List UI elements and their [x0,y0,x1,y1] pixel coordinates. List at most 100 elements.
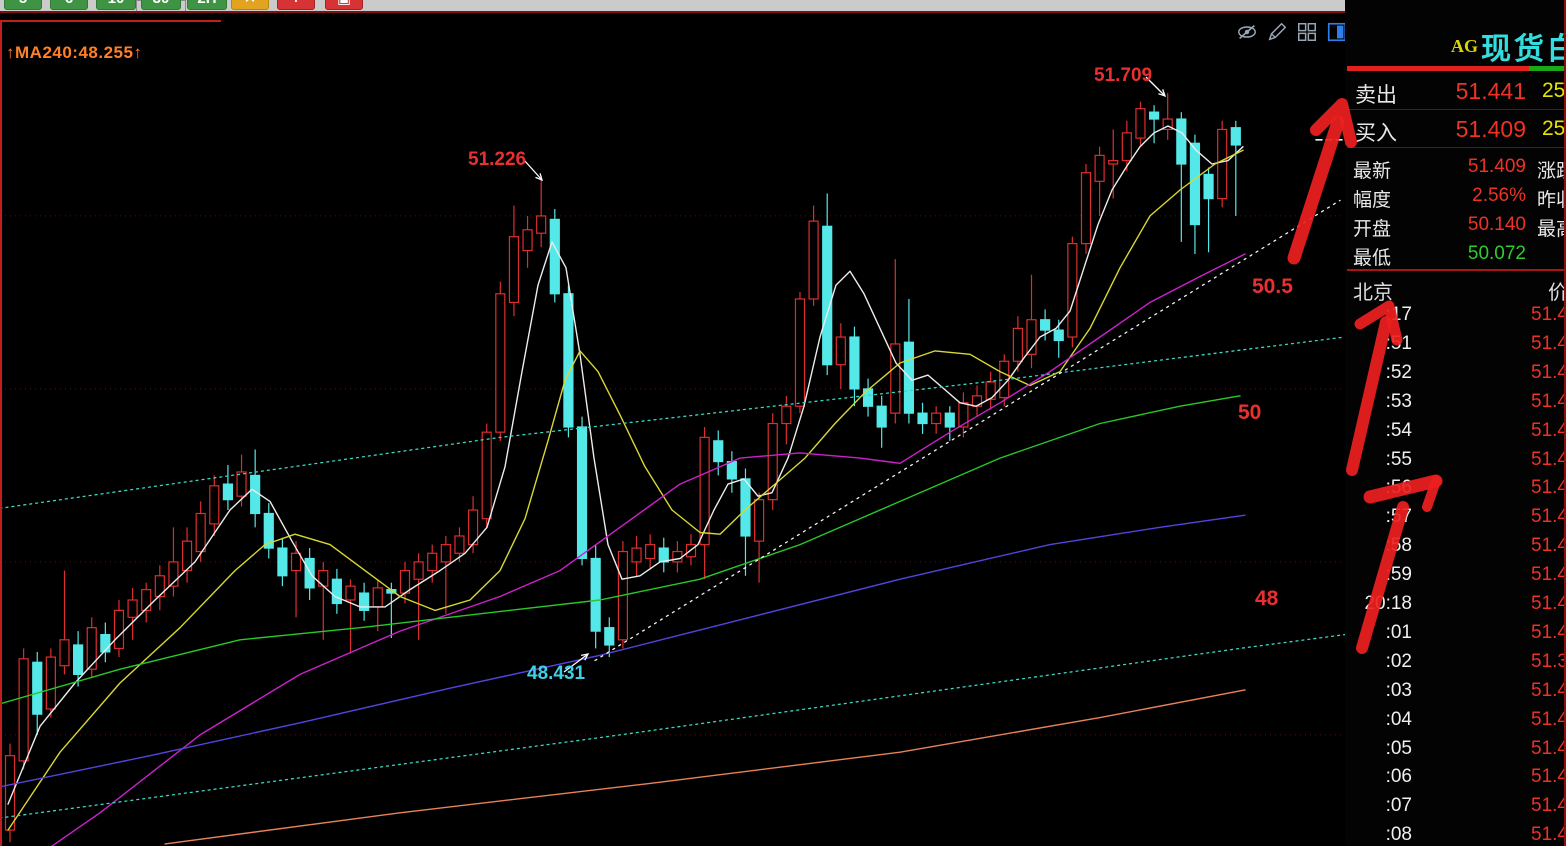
symbol-name: 现货白银 [1481,24,1566,68]
candlestick-chart-area[interactable]: ↑MA240:48.255↑ 51.70951.22648.431 [0,13,1345,846]
candlestick-plot[interactable] [0,13,1345,846]
candle-up [455,536,464,553]
level-label-48: 48 [1255,587,1278,611]
timeframe-button-2H[interactable]: 2H [187,0,227,10]
tick-list-header: 北京 价格 [1345,276,1566,300]
tick-row[interactable]: :5851.4 [1345,535,1566,561]
candle-up [482,432,491,518]
info-label: 开盘 [1353,214,1391,241]
tick-time: :01 [1386,622,1412,644]
tick-row[interactable]: :0851.4 [1345,824,1566,846]
grid-icon[interactable] [1296,21,1318,43]
tick-price: 51.4 [1531,795,1566,817]
tick-row[interactable]: :0451.4 [1345,709,1566,735]
candle-up [700,437,709,544]
ma240-label: ↑MA240:48.255↑ [6,43,142,63]
bid-row[interactable]: 买入51.40925 [1345,110,1566,147]
tick-row[interactable]: :0151.4 [1345,622,1566,648]
candle-down [305,558,314,587]
symbol-code: AG [1451,36,1478,57]
info-label: 最低 [1353,243,1391,270]
timeframe-button-10[interactable]: 10 [96,0,136,10]
candle-down [578,427,587,558]
candle-up [523,230,532,251]
ask-row[interactable]: 卖出 51.441 25 [1345,72,1566,109]
tick-time: :07 [1386,795,1412,817]
quote-label: 卖出 [1355,79,1397,109]
candle-up [1095,155,1104,181]
candle-up [196,513,205,551]
quote-qty: 25 [1542,79,1565,103]
candle-up [795,299,804,406]
candle-up [1068,244,1077,337]
candle-up [632,548,641,562]
tick-row[interactable]: :5651.4 [1345,477,1566,503]
candle-down [918,413,927,423]
low-label-48431: 48.431 [527,663,585,685]
info-label-right: 昨收 [1537,185,1566,212]
tick-row[interactable]: :0651.4 [1345,766,1566,792]
candle-down [727,462,736,479]
timeframe-button-5[interactable]: 5 [4,0,42,10]
pencil-icon[interactable] [1266,21,1288,43]
tick-row[interactable]: :1751.4 [1345,304,1566,330]
tick-row[interactable]: :0251.3 [1345,651,1566,677]
tick-price: 51.4 [1531,333,1566,355]
tick-price: 51.4 [1531,420,1566,442]
tick-row[interactable]: :5451.4 [1345,420,1566,446]
info-value: 50.072 [1468,243,1526,265]
candle-up [46,657,55,709]
candle-up [646,545,655,559]
ma240-orange [165,690,1245,844]
candle-down [33,662,42,714]
candle-down [360,593,369,610]
candle-up [1081,173,1090,244]
level-label-50-5: 50.5 [1252,275,1293,299]
candle-down [591,558,600,631]
tick-time: :03 [1386,680,1412,702]
candle-up [673,552,682,562]
tick-row[interactable]: :0351.4 [1345,680,1566,706]
candle-up [782,406,791,423]
level-label-50: 50 [1238,401,1261,425]
timeframe-button-6[interactable]: 6 [50,0,88,10]
channel-lower-dotted [0,635,1345,818]
candle-down [605,628,614,645]
timeframe-button-▣[interactable]: ▣ [325,0,363,10]
candle-up [1136,109,1145,138]
timeframe-button-30[interactable]: 30 [141,0,181,10]
tick-row[interactable]: :5951.4 [1345,564,1566,590]
info-value: 2.56% [1472,185,1526,207]
quote-price: 51.441 [1456,78,1526,105]
candle-down [1231,128,1240,145]
quote-qty: 25 [1542,117,1565,141]
timeframe-button-+[interactable]: + [277,0,315,10]
tick-time: :51 [1386,333,1412,355]
candle-up [292,553,301,570]
candle-up [346,586,355,600]
tick-row[interactable]: :0551.4 [1345,738,1566,764]
ma-yellow [8,150,1243,830]
tick-row[interactable]: :5351.4 [1345,391,1566,417]
tick-row[interactable]: :51 51.4 [1345,333,1566,359]
candle-down [1177,119,1186,164]
candle-up [959,403,968,427]
tick-row[interactable]: :07 51.4 [1345,795,1566,821]
info-label-right: 涨跌 [1537,156,1566,183]
tick-row[interactable]: 20:1851.4 [1345,593,1566,619]
candle-up [428,553,437,570]
tick-price: 51.4 [1531,477,1566,499]
panel-left-border [0,20,2,846]
tick-row[interactable]: :5551.4 [1345,449,1566,475]
info-value: 50.140 [1468,214,1526,236]
candle-down [1204,174,1213,198]
hide-eye-icon[interactable] [1236,21,1258,43]
trendline-white-dotted [595,200,1340,660]
tick-row[interactable]: :5251.4 [1345,362,1566,388]
tick-price: 51.4 [1531,564,1566,586]
tick-row[interactable]: :5751.4 [1345,506,1566,532]
candle-up [932,413,941,423]
timeframe-button-✕[interactable]: ✕ [231,0,269,10]
quote-price: 51.409 [1456,116,1526,143]
candle-down [1150,112,1159,119]
